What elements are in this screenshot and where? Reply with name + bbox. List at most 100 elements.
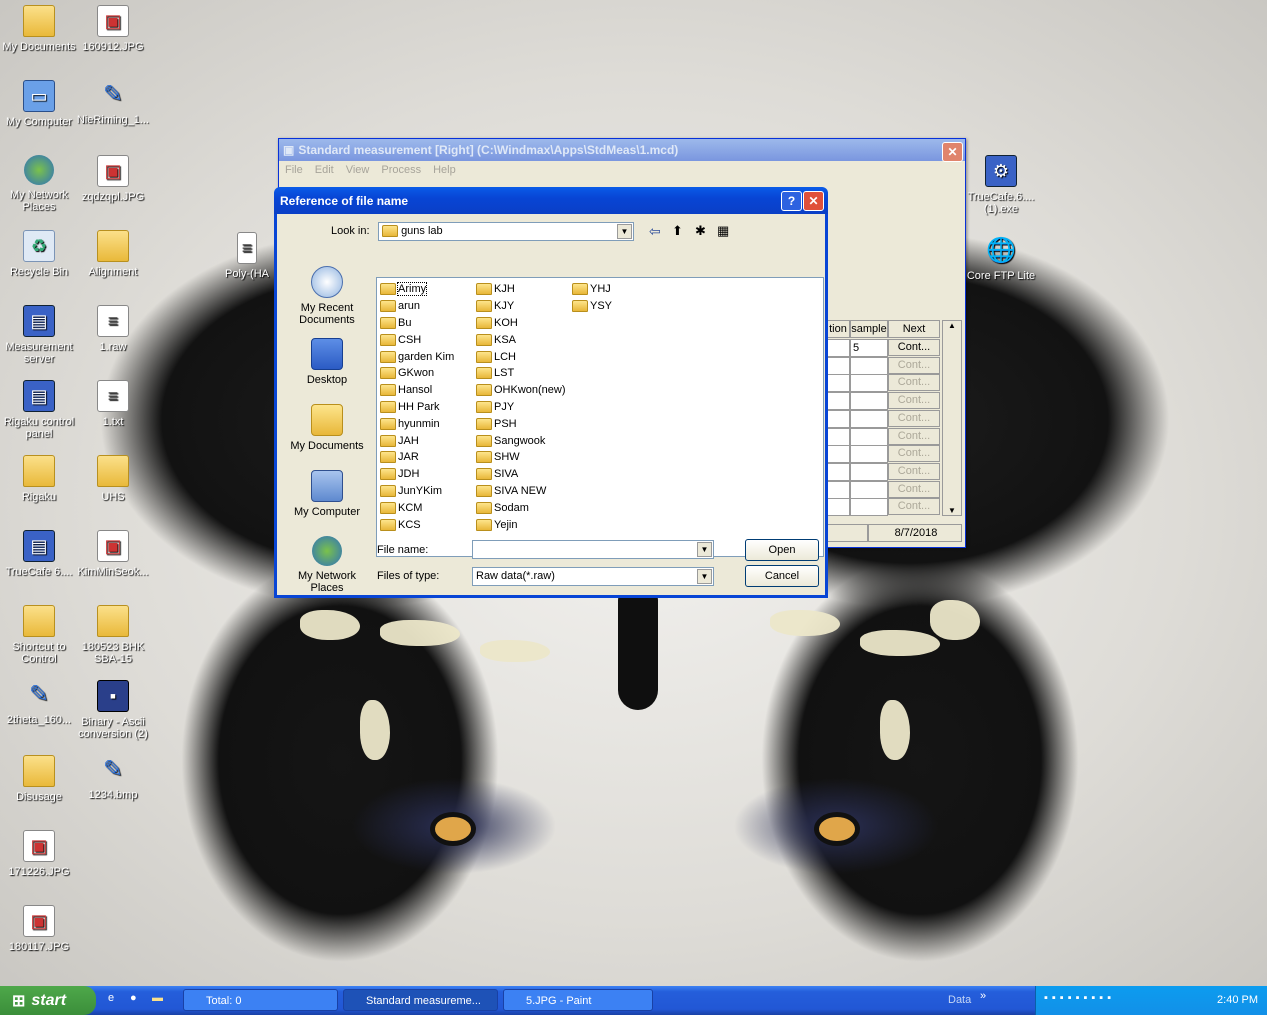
table-scrollbar[interactable]: ▲ ▼ xyxy=(942,320,962,516)
desktop-icon[interactable]: ▣ KimMinSeok... xyxy=(76,530,150,578)
desktop-icon[interactable]: ▤ Measurement server xyxy=(2,305,76,365)
back-icon[interactable]: ⇦ xyxy=(649,223,661,240)
folder-item[interactable]: YSY xyxy=(572,298,612,315)
media-icon[interactable]: ● xyxy=(130,992,137,1004)
table-cell[interactable] xyxy=(850,462,888,481)
menu-file[interactable]: File xyxy=(285,164,303,176)
folder-item[interactable]: SIVA xyxy=(476,466,566,483)
desktop-icon[interactable]: ▣ 180117.JPG xyxy=(2,905,76,953)
close-icon[interactable]: ✕ xyxy=(942,142,963,162)
table-cell[interactable] xyxy=(850,392,888,411)
desktop-icon[interactable]: UHS xyxy=(76,455,150,503)
cont-button[interactable]: Cont... xyxy=(888,462,940,480)
folder-item[interactable]: Sodam xyxy=(476,499,566,516)
data-toolbar-label[interactable]: Data xyxy=(948,994,971,1006)
new-folder-icon[interactable]: ✱ xyxy=(695,223,706,239)
cont-button[interactable]: Cont... xyxy=(888,427,940,445)
folder-item[interactable]: SIVA NEW xyxy=(476,483,566,500)
desktop-icon[interactable]: ▤ Rigaku control panel xyxy=(2,380,76,440)
folder-item[interactable]: Hansol xyxy=(380,382,454,399)
table-cell[interactable]: 5 xyxy=(850,339,888,357)
cont-button[interactable]: Cont... xyxy=(888,374,940,392)
scroll-down-icon[interactable]: ▼ xyxy=(943,506,961,515)
desktop-icon[interactable]: ▣ 171226.JPG xyxy=(2,830,76,878)
task-total[interactable]: Total: 0 xyxy=(183,989,338,1011)
task-paint[interactable]: 5.JPG - Paint xyxy=(503,989,653,1011)
task-standard-measurement[interactable]: Standard measureme... xyxy=(343,989,498,1011)
cont-button[interactable]: Cont... xyxy=(888,409,940,427)
folder-item[interactable]: OHKwon(new) xyxy=(476,382,566,399)
folder-item[interactable]: Yejin xyxy=(476,516,566,533)
tray-icons[interactable]: ▪▪▪▪▪▪▪▪▪ xyxy=(1044,992,1115,1004)
chevron-right-icon[interactable]: » xyxy=(980,990,986,1002)
scroll-up-icon[interactable]: ▲ xyxy=(943,321,961,330)
cont-button[interactable]: Cont... xyxy=(888,498,940,516)
table-cell[interactable] xyxy=(850,480,888,499)
desktop-icon[interactable]: ≡ 1.raw xyxy=(76,305,150,353)
menu-help[interactable]: Help xyxy=(433,164,456,176)
open-button[interactable]: Open xyxy=(745,539,819,561)
look-in-combo[interactable]: guns lab ▼ xyxy=(378,222,634,241)
desktop-icon[interactable]: Alignment xyxy=(76,230,150,278)
folder-item[interactable]: LCH xyxy=(476,348,566,365)
ie-icon[interactable]: e xyxy=(108,992,114,1004)
folder-item[interactable]: KCM xyxy=(380,499,454,516)
cont-button[interactable]: Cont... xyxy=(888,445,940,463)
chevron-down-icon[interactable]: ▼ xyxy=(697,542,712,557)
cancel-button[interactable]: Cancel xyxy=(745,565,819,587)
desktop-icon[interactable]: ▣ 160912.JPG xyxy=(76,5,150,53)
desktop-icon-core-ftp[interactable]: 🌐 Core FTP Lite xyxy=(964,236,1038,283)
desktop-icon[interactable]: My Network Places xyxy=(2,155,76,213)
desktop-icon[interactable]: Shortcut to Control xyxy=(2,605,76,665)
cont-button[interactable]: Cont... xyxy=(888,356,940,374)
desktop-icon[interactable]: Rigaku xyxy=(2,455,76,503)
help-icon[interactable]: ? xyxy=(781,191,802,211)
folder-item[interactable]: JAH xyxy=(380,432,454,449)
desktop-icon[interactable]: ✎ NieRiming_1... xyxy=(76,80,150,127)
desktop-icon[interactable]: ✎ 2theta_160... xyxy=(2,680,76,727)
chevron-down-icon[interactable]: ▼ xyxy=(697,569,712,584)
menu-view[interactable]: View xyxy=(346,164,370,176)
folder-item[interactable]: KOH xyxy=(476,315,566,332)
folder-item[interactable]: LST xyxy=(476,365,566,382)
table-cell[interactable] xyxy=(850,409,888,428)
place-my-computer[interactable]: My Computer xyxy=(281,470,373,518)
folder-item[interactable]: KJH xyxy=(476,281,566,298)
desktop-icon[interactable]: My Documents xyxy=(2,5,76,53)
folder-item[interactable]: hyunmin xyxy=(380,415,454,432)
folder-item[interactable]: SHW xyxy=(476,449,566,466)
desktop-icon[interactable]: ✎ 1234.bmp xyxy=(76,755,150,802)
close-icon[interactable]: ✕ xyxy=(803,191,824,211)
folder-item[interactable]: PSH xyxy=(476,415,566,432)
place-recent-documents[interactable]: My Recent Documents xyxy=(281,266,373,326)
menu-edit[interactable]: Edit xyxy=(315,164,334,176)
folder-item[interactable]: JAR xyxy=(380,449,454,466)
desktop-icon[interactable]: ▭ My Computer xyxy=(2,80,76,128)
desktop-icon[interactable]: Disusage xyxy=(2,755,76,803)
table-cell[interactable] xyxy=(850,374,888,393)
folder-item[interactable]: HH Park xyxy=(380,399,454,416)
folder-item[interactable]: JunYKim xyxy=(380,483,454,500)
explorer-icon[interactable]: ▬ xyxy=(152,992,163,1004)
desktop-icon-truecafe-exe[interactable]: ⚙ TrueCafe.6.... (1).exe xyxy=(964,155,1038,215)
folder-item[interactable]: PJY xyxy=(476,399,566,416)
folder-item[interactable]: KSA xyxy=(476,331,566,348)
file-name-input[interactable]: ▼ xyxy=(472,540,714,559)
folder-item[interactable]: KCS xyxy=(380,516,454,533)
chevron-down-icon[interactable]: ▼ xyxy=(617,224,632,239)
table-cell[interactable] xyxy=(850,498,888,517)
start-button[interactable]: ⊞ start xyxy=(0,986,96,1015)
folder-item[interactable]: Sangwook xyxy=(476,432,566,449)
cont-button[interactable]: Cont... xyxy=(888,392,940,410)
folder-item[interactable]: KJY xyxy=(476,298,566,315)
place-my-documents[interactable]: My Documents xyxy=(281,404,373,452)
folder-item[interactable]: Arimy xyxy=(380,281,454,298)
desktop-icon[interactable]: ▪ Binary - Ascii conversion (2) xyxy=(76,680,150,740)
cont-button[interactable]: Cont... xyxy=(888,339,940,356)
folder-item[interactable]: GKwon xyxy=(380,365,454,382)
menu-process[interactable]: Process xyxy=(381,164,421,176)
desktop-icon[interactable]: ♻ Recycle Bin xyxy=(2,230,76,278)
desktop-icon[interactable]: ▣ zqdzqpl.JPG xyxy=(76,155,150,203)
file-type-select[interactable]: Raw data(*.raw) ▼ xyxy=(472,567,714,586)
table-cell[interactable] xyxy=(850,445,888,464)
